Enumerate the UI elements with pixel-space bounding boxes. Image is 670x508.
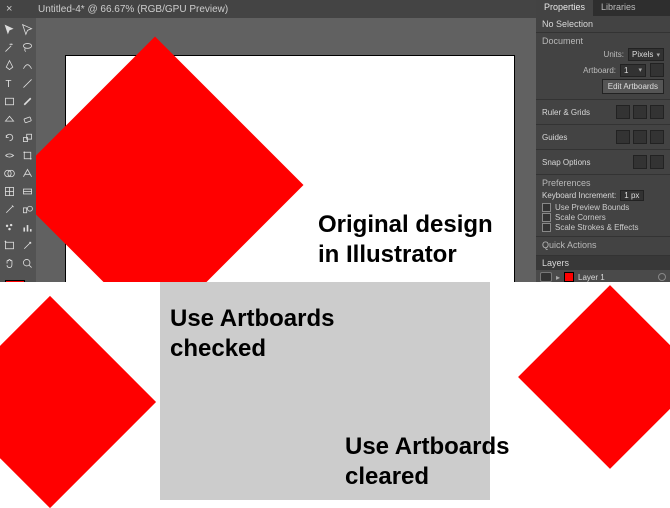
layer-color-swatch [564,272,574,282]
grid-toggle-icon[interactable] [633,105,647,119]
snap-pixel-icon[interactable] [633,155,647,169]
edit-artboards-button[interactable]: Edit Artboards [602,79,664,94]
wand-tool-icon[interactable] [1,39,17,55]
checked-annotation: Use Artboards checked [170,304,334,364]
ruler-toggle-icon[interactable] [616,105,630,119]
slice-tool-icon[interactable] [19,237,35,253]
comparison-area: Use Artboards checked Use Artboards clea… [0,282,670,500]
scale-tool-icon[interactable] [19,129,35,145]
gradient-tool-icon[interactable] [19,183,35,199]
ruler-grids-label: Ruler & Grids [542,108,590,117]
lasso-tool-icon[interactable] [19,39,35,55]
width-tool-icon[interactable] [1,147,17,163]
artboard-tool-icon[interactable] [1,237,17,253]
layers-panel-header[interactable]: Layers [536,256,670,270]
rotate-tool-icon[interactable] [1,129,17,145]
hand-tool-icon[interactable] [1,255,17,271]
guides-lock-icon[interactable] [633,130,647,144]
units-dropdown[interactable]: Pixels▾ [628,48,664,61]
shape-builder-tool-icon[interactable] [1,165,17,181]
illustrator-window: × Untitled-4* @ 66.67% (RGB/GPU Preview)… [0,0,670,282]
guides-label: Guides [542,133,567,142]
snap-options-label: Snap Options [542,158,590,167]
line-tool-icon[interactable] [19,75,35,91]
document-title: Untitled-4* @ 66.67% (RGB/GPU Preview) [38,4,228,15]
kb-increment-label: Keyboard Increment: [542,191,616,200]
canvas[interactable]: Original design in Illustrator [36,18,536,282]
close-icon[interactable]: × [6,4,16,14]
eraser-tool-icon[interactable] [19,111,35,127]
rectangle-tool-icon[interactable] [1,93,17,109]
expand-arrow-icon[interactable]: ▸ [556,273,560,282]
no-selection-label: No Selection [542,19,664,29]
preferences-title: Preferences [542,178,664,188]
shaper-tool-icon[interactable] [1,111,17,127]
mesh-tool-icon[interactable] [1,183,17,199]
snap-point-icon[interactable] [650,155,664,169]
curvature-tool-icon[interactable] [19,57,35,73]
visibility-toggle-icon[interactable] [540,272,552,282]
artboard-label: Artboard: [583,66,616,75]
canvas-annotation: Original design in Illustrator [318,210,493,270]
symbol-tool-icon[interactable] [1,219,17,235]
layer-target-icon[interactable] [658,273,666,281]
scale-strokes-checkbox[interactable]: Scale Strokes & Effects [542,223,664,232]
transparency-grid-icon[interactable] [650,105,664,119]
layer-name: Layer 1 [578,273,605,282]
use-preview-bounds-checkbox[interactable]: Use Preview Bounds [542,203,664,212]
zoom-tool-icon[interactable] [19,255,35,271]
svg-text:T: T [5,78,11,89]
direct-select-tool-icon[interactable] [19,21,35,37]
type-tool-icon[interactable]: T [1,75,17,91]
chevron-down-icon: ▾ [656,51,660,59]
free-transform-tool-icon[interactable] [19,147,35,163]
scale-corners-checkbox[interactable]: Scale Corners [542,213,664,222]
artboards-checked-example: Use Artboards checked [0,282,360,500]
cleared-annotation: Use Artboards cleared [345,432,509,492]
graph-tool-icon[interactable] [19,219,35,235]
document-section-title: Document [542,36,664,46]
tab-libraries[interactable]: Libraries [593,0,644,16]
units-label: Units: [604,50,624,59]
artboard-dropdown[interactable]: 1▾ [620,64,646,77]
perspective-tool-icon[interactable] [19,165,35,181]
kb-increment-input[interactable]: 1 px [620,190,644,201]
guides-show-icon[interactable] [616,130,630,144]
artboard-nav-icon[interactable] [650,63,664,77]
tab-properties[interactable]: Properties [536,0,593,16]
blend-tool-icon[interactable] [19,201,35,217]
selection-tool-icon[interactable] [1,21,17,37]
properties-panel: Properties Libraries No Selection Docume… [536,0,670,282]
quick-actions-title: Quick Actions [542,240,664,250]
eyedropper-tool-icon[interactable] [1,201,17,217]
red-diamond-full [518,285,670,469]
chevron-down-icon: ▾ [638,66,642,74]
pen-tool-icon[interactable] [1,57,17,73]
guides-options-icon[interactable] [650,130,664,144]
brush-tool-icon[interactable] [19,93,35,109]
artboards-cleared-example [490,282,670,500]
toolbox: T [0,18,36,282]
